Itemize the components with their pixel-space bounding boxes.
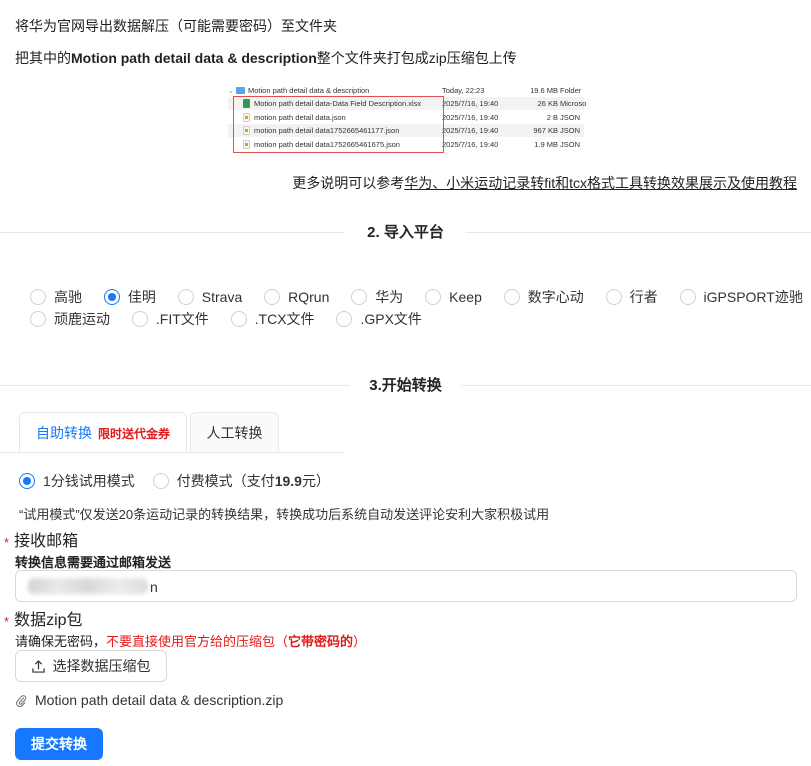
promo-badge: 限时送代金券 bbox=[97, 426, 170, 441]
platform-option-tcx-file[interactable]: .TCX文件 bbox=[230, 308, 315, 330]
platform-option-shuzixindong[interactable]: 数字心动 bbox=[503, 286, 584, 308]
uploaded-file-item[interactable]: Motion path detail data & description.zi… bbox=[15, 692, 283, 708]
radio-circle[interactable] bbox=[503, 289, 520, 305]
instruction-line-2-prefix: 把其中的 bbox=[15, 50, 71, 66]
chevron-down-icon: ⌄ bbox=[228, 87, 234, 95]
section-title-convert: 3.开始转换 bbox=[355, 377, 456, 394]
platform-option-keep[interactable]: Keep bbox=[425, 286, 482, 308]
trial-mode-note: “试用模式”仅发送20条运动记录的转换结果，转换成功后系统自动发送评论安利大家积… bbox=[19, 507, 550, 522]
folder-icon bbox=[236, 87, 245, 94]
platform-option-gpx-file[interactable]: .GPX文件 bbox=[336, 308, 422, 330]
radio-circle[interactable] bbox=[605, 289, 622, 305]
email-value-visible: n bbox=[150, 579, 158, 595]
finder-row: Motion path detail data-Data Field Descr… bbox=[228, 97, 586, 110]
json-file-icon bbox=[243, 113, 250, 122]
finder-row: motion path detail data.json 2025/7/16, … bbox=[228, 111, 584, 124]
radio-circle[interactable] bbox=[425, 289, 442, 305]
email-hint: 转换信息需要通过邮箱发送 bbox=[15, 555, 172, 570]
finder-row: ⌄ Motion path detail data & description … bbox=[228, 86, 582, 95]
excel-file-icon bbox=[243, 99, 250, 108]
radio-circle[interactable] bbox=[230, 311, 247, 327]
platform-option-xingzhe[interactable]: 行者 bbox=[605, 286, 658, 308]
finder-row: motion path detail data1752665461177.jso… bbox=[228, 124, 584, 137]
radio-circle-checked[interactable] bbox=[103, 289, 120, 305]
more-info: 更多说明可以参考华为、小米运动记录转fit和tcx格式工具转换效果展示及使用教程 bbox=[292, 173, 797, 193]
instruction-line-2: 把其中的Motion path detail data & descriptio… bbox=[15, 48, 517, 68]
section-divider-import: 2. 导入平台 bbox=[0, 221, 811, 243]
platform-option-strava[interactable]: Strava bbox=[177, 286, 242, 308]
uploaded-file-name: Motion path detail data & description.zi… bbox=[35, 692, 284, 708]
finder-screenshot: ⌄ Motion path detail data & description … bbox=[228, 84, 586, 154]
tab-manual[interactable]: 人工转换 bbox=[190, 412, 279, 453]
radio-circle[interactable] bbox=[177, 289, 194, 305]
radio-circle[interactable] bbox=[152, 473, 169, 489]
zip-warning: 请确保无密码，不要直接使用官方给的压缩包（它带密码的） bbox=[15, 634, 367, 649]
finder-row: motion path detail data1752665461675.jso… bbox=[228, 138, 584, 151]
radio-circle[interactable] bbox=[131, 311, 148, 327]
platform-option-huawei[interactable]: 华为 bbox=[351, 286, 403, 308]
platform-option-rqrun[interactable]: RQrun bbox=[264, 286, 329, 308]
section-divider-convert: 3.开始转换 bbox=[0, 374, 811, 396]
platform-option-onelap[interactable]: 顽鹿运动 bbox=[30, 308, 110, 330]
paid-price: 19.9 bbox=[274, 473, 302, 489]
platform-option-gaochi[interactable]: 高驰 bbox=[30, 286, 82, 308]
email-redacted-blur bbox=[28, 578, 148, 594]
json-file-icon bbox=[243, 126, 250, 135]
upload-icon bbox=[31, 659, 45, 673]
mode-radio-group: 1分钱试用模式 付费模式（支付 19.9 元） bbox=[19, 470, 344, 492]
instruction-line-1: 将华为官网导出数据解压（可能需要密码）至文件夹 bbox=[15, 18, 337, 34]
email-label: * 接收邮箱 bbox=[4, 533, 79, 550]
instruction-line-2-suffix: 整个文件夹打包成zip压缩包上传 bbox=[316, 50, 517, 66]
upload-zip-button[interactable]: 选择数据压缩包 bbox=[15, 650, 167, 682]
radio-circle[interactable] bbox=[336, 311, 353, 327]
radio-circle[interactable] bbox=[264, 289, 281, 305]
radio-circle[interactable] bbox=[30, 289, 46, 305]
platform-option-fit-file[interactable]: .FIT文件 bbox=[131, 308, 209, 330]
instruction-folder-name: Motion path detail data & description bbox=[71, 50, 317, 66]
mode-option-trial[interactable]: 1分钱试用模式 bbox=[19, 470, 135, 492]
radio-circle-checked[interactable] bbox=[19, 473, 35, 489]
tutorial-link[interactable]: 华为、小米运动记录转fit和tcx格式工具转换效果展示及使用教程 bbox=[404, 175, 797, 191]
submit-button[interactable]: 提交转换 bbox=[15, 728, 103, 760]
radio-circle[interactable] bbox=[679, 289, 696, 305]
tab-underline bbox=[0, 452, 345, 453]
platform-option-garmin[interactable]: 佳明 bbox=[103, 286, 156, 308]
paperclip-icon bbox=[16, 694, 27, 707]
radio-circle[interactable] bbox=[351, 289, 368, 305]
mode-option-paid[interactable]: 付费模式（支付 19.9 元） bbox=[152, 470, 330, 492]
section-title-import: 2. 导入平台 bbox=[353, 224, 458, 241]
more-info-prefix: 更多说明可以参考 bbox=[292, 175, 405, 191]
required-asterisk: * bbox=[4, 535, 10, 550]
required-asterisk: * bbox=[4, 614, 10, 629]
platform-option-igpsport[interactable]: iGPSPORT迹驰 bbox=[679, 286, 803, 308]
zip-label: * 数据zip包 bbox=[4, 612, 83, 629]
json-file-icon bbox=[243, 140, 250, 149]
radio-circle[interactable] bbox=[30, 311, 46, 327]
tab-self-service[interactable]: 自助转换 限时送代金券 bbox=[19, 412, 187, 453]
